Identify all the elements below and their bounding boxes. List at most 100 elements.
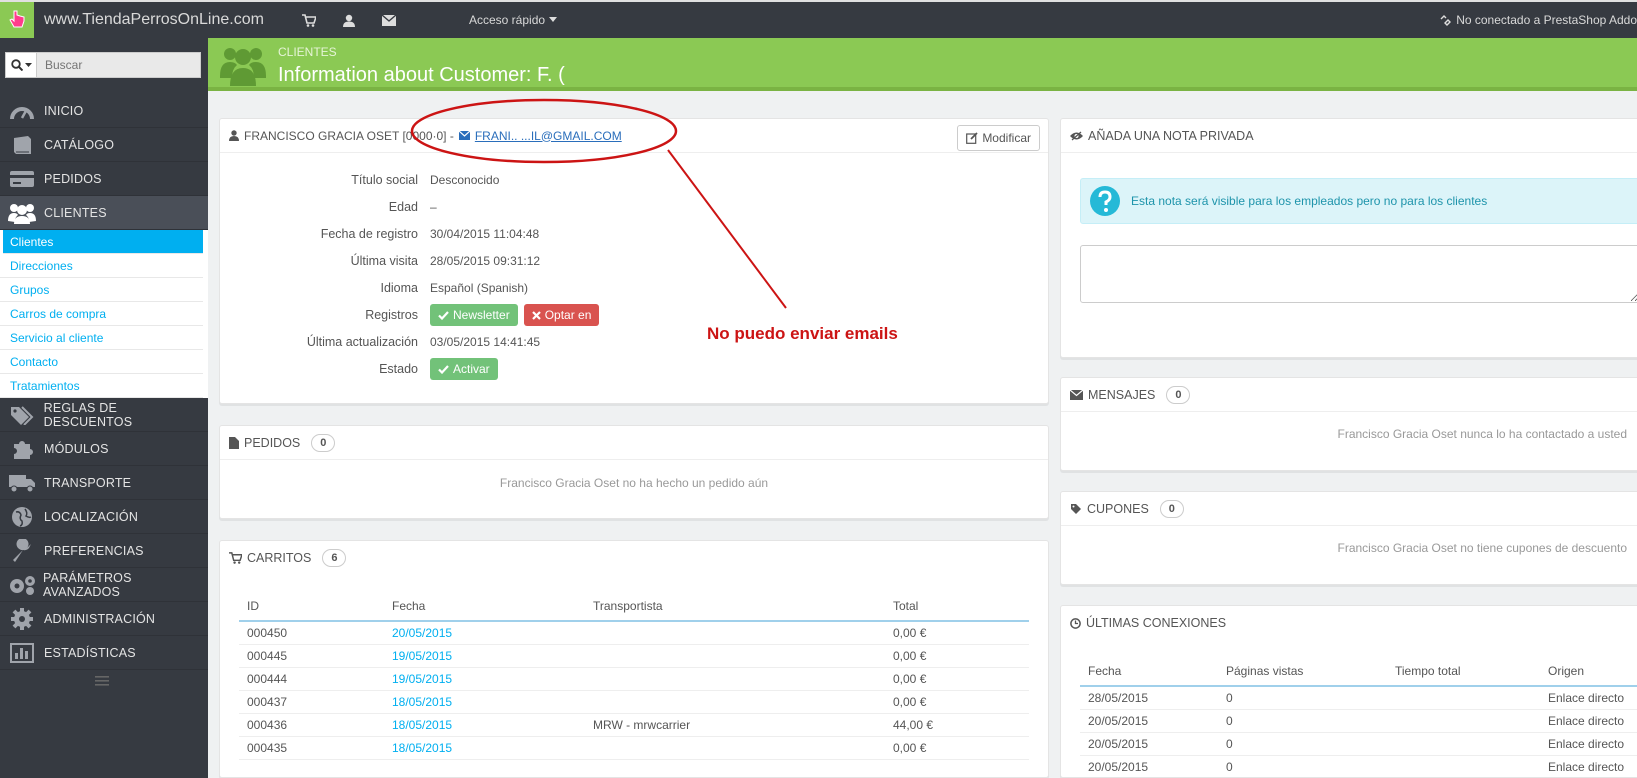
info-row-titulo-social: Título social Desconocido (220, 168, 1000, 192)
cart-carrier: MRW - mrwcarrier (585, 713, 885, 737)
cart-date-link[interactable]: 18/05/2015 (384, 690, 585, 714)
menu-item-clientes[interactable]: CLIENTES (0, 196, 208, 230)
edit-customer-button[interactable]: Modificar (957, 125, 1040, 151)
info-value: Newsletter Optar en (430, 304, 600, 326)
sidebar-search (5, 52, 201, 78)
question-icon (1090, 186, 1120, 216)
menu-item-reglas-de-descuentos[interactable]: REGLAS DE DESCUENTOS (0, 398, 208, 432)
submenu-item-tratamientos[interactable]: Tratamientos (0, 374, 203, 398)
messages-panel: MENSAJES 0 Francisco Gracia Oset nunca l… (1060, 377, 1637, 471)
breadcrumb[interactable]: CLIENTES (278, 45, 337, 59)
envelope-icon (1070, 389, 1083, 400)
table-row: 20/05/2015 0 Enlace directo (1080, 732, 1637, 756)
newsletter-label: Newsletter (453, 308, 510, 322)
shop-name-link[interactable]: www.TiendaPerrosOnLine.com (44, 11, 289, 29)
table-row[interactable]: 000445 19/05/2015 0,00 € (239, 644, 1029, 668)
connection-pages: 0 (1218, 732, 1387, 756)
table-row[interactable]: 000450 20/05/2015 0,00 € (239, 621, 1029, 645)
cart-id: 000444 (239, 667, 384, 691)
connection-date: 20/05/2015 (1080, 755, 1218, 778)
menu-item-catalogo[interactable]: CATÁLOGO (0, 128, 208, 162)
info-value: Español (Spanish) (430, 281, 529, 295)
submenu-item-carros-de-compra[interactable]: Carros de compra (0, 302, 203, 326)
menu-item-administracion[interactable]: ADMINISTRACIÓN (0, 602, 208, 636)
column-header[interactable]: Fecha (1080, 656, 1218, 687)
tags-icon (0, 405, 44, 425)
connection-time (1387, 732, 1540, 756)
menu-item-localizacion[interactable]: LOCALIZACIÓN (0, 500, 208, 534)
connection-origin: Enlace directo (1540, 709, 1637, 733)
search-type-button[interactable] (5, 52, 37, 78)
column-header[interactable]: Páginas vistas (1218, 656, 1387, 687)
info-value: 28/05/2015 09:31:12 (430, 254, 541, 268)
menu-item-label: INICIO (44, 103, 84, 118)
menu-item-parametros-avanzados[interactable]: PARÁMETROS AVANZADOS (0, 568, 208, 602)
cart-icon[interactable] (289, 13, 329, 27)
submenu-item-clientes[interactable]: Clientes (3, 230, 203, 254)
status-label: Activar (453, 362, 490, 376)
column-header[interactable]: Transportista (585, 591, 885, 622)
table-row[interactable]: 000435 18/05/2015 0,00 € (239, 736, 1029, 760)
cart-date-link[interactable]: 19/05/2015 (384, 667, 585, 691)
menu-item-label: TRANSPORTE (44, 475, 132, 490)
column-header[interactable]: Origen (1540, 656, 1637, 687)
menu-item-transporte[interactable]: TRANSPORTE (0, 466, 208, 500)
cart-date-link[interactable]: 18/05/2015 (384, 736, 585, 760)
search-icon (10, 59, 23, 71)
bar-chart-icon (0, 642, 44, 663)
page-title: Information about Customer: F. ( (278, 64, 565, 86)
envelope-icon[interactable] (369, 14, 409, 26)
info-value: Desconocido (430, 173, 500, 187)
customer-email-link[interactable]: FRANI.. ...IL@GMAIL.COM (475, 129, 622, 143)
menu-item-modulos[interactable]: MÓDULOS (0, 432, 208, 466)
messages-heading: MENSAJES (1088, 387, 1156, 402)
customer-panel-heading: FRANCISCO GRACIA OSET [0000·0] - FRANI..… (220, 119, 1048, 153)
column-header[interactable]: Total (885, 591, 1029, 622)
submenu-item-contacto[interactable]: Contacto (0, 350, 203, 374)
info-row-edad: Edad – (220, 195, 1000, 219)
newsletter-badge[interactable]: Newsletter (430, 304, 518, 326)
info-value: Activar (430, 358, 498, 380)
column-header[interactable]: Tiempo total (1387, 656, 1540, 687)
menu-item-pedidos[interactable]: PEDIDOS (0, 162, 208, 196)
customer-name-heading: FRANCISCO GRACIA OSET [0000·0] - (244, 128, 454, 143)
submenu-item-servicio-al-cliente[interactable]: Servicio al cliente (0, 326, 203, 350)
search-input[interactable] (37, 52, 201, 78)
page-header: CLIENTES Information about Customer: F. … (208, 38, 1637, 91)
connection-origin: Enlace directo (1540, 732, 1637, 756)
submenu-item-grupos[interactable]: Grupos (0, 278, 203, 302)
cart-total: 44,00 € (885, 713, 1029, 737)
menu-item-estadisticas[interactable]: ESTADÍSTICAS (0, 636, 208, 670)
optin-badge[interactable]: Optar en (523, 304, 600, 326)
cart-date-link[interactable]: 20/05/2015 (384, 621, 585, 645)
table-row[interactable]: 000436 18/05/2015 MRW - mrwcarrier 44,00 € (239, 713, 1029, 737)
carts-table: ID Fecha Transportista Total 000450 20/05… (239, 591, 1029, 760)
edit-button-label: Modificar (982, 131, 1031, 145)
user-icon[interactable] (329, 14, 369, 27)
submenu-item-direcciones[interactable]: Direcciones (0, 254, 203, 278)
table-row[interactable]: 000437 18/05/2015 0,00 € (239, 690, 1029, 714)
quick-access-dropdown[interactable]: Acceso rápido (469, 13, 558, 27)
table-row[interactable]: 000444 19/05/2015 0,00 € (239, 667, 1029, 691)
connections-table: Fecha Páginas vistas Tiempo total Origen… (1080, 656, 1637, 778)
cart-id: 000445 (239, 644, 384, 668)
check-icon (438, 364, 449, 374)
prestashop-logo[interactable] (0, 2, 34, 38)
top-navbar: www.TiendaPerrosOnLine.com Acceso rápido… (0, 0, 1637, 38)
cart-date-link[interactable]: 19/05/2015 (384, 644, 585, 668)
column-header[interactable]: ID (239, 591, 384, 622)
menu-item-inicio[interactable]: INICIO (0, 94, 208, 128)
menu-item-preferencias[interactable]: PREFERENCIAS (0, 534, 208, 568)
private-note-info-alert: Esta nota será visible para los empleado… (1080, 178, 1637, 224)
cart-date-link[interactable]: 18/05/2015 (384, 713, 585, 737)
coupons-heading: CUPONES (1087, 501, 1149, 516)
column-header[interactable]: Fecha (384, 591, 585, 622)
connection-date: 20/05/2015 (1080, 732, 1218, 756)
cart-id: 000435 (239, 736, 384, 760)
hand-pointer-icon (9, 10, 25, 28)
private-note-textarea[interactable] (1080, 245, 1637, 303)
addons-connection-status[interactable]: No conectado a PrestaShop Addo (1439, 2, 1637, 38)
optin-label: Optar en (544, 308, 592, 322)
status-active-badge[interactable]: Activar (430, 358, 498, 380)
menu-collapse-icon[interactable] (95, 675, 109, 690)
